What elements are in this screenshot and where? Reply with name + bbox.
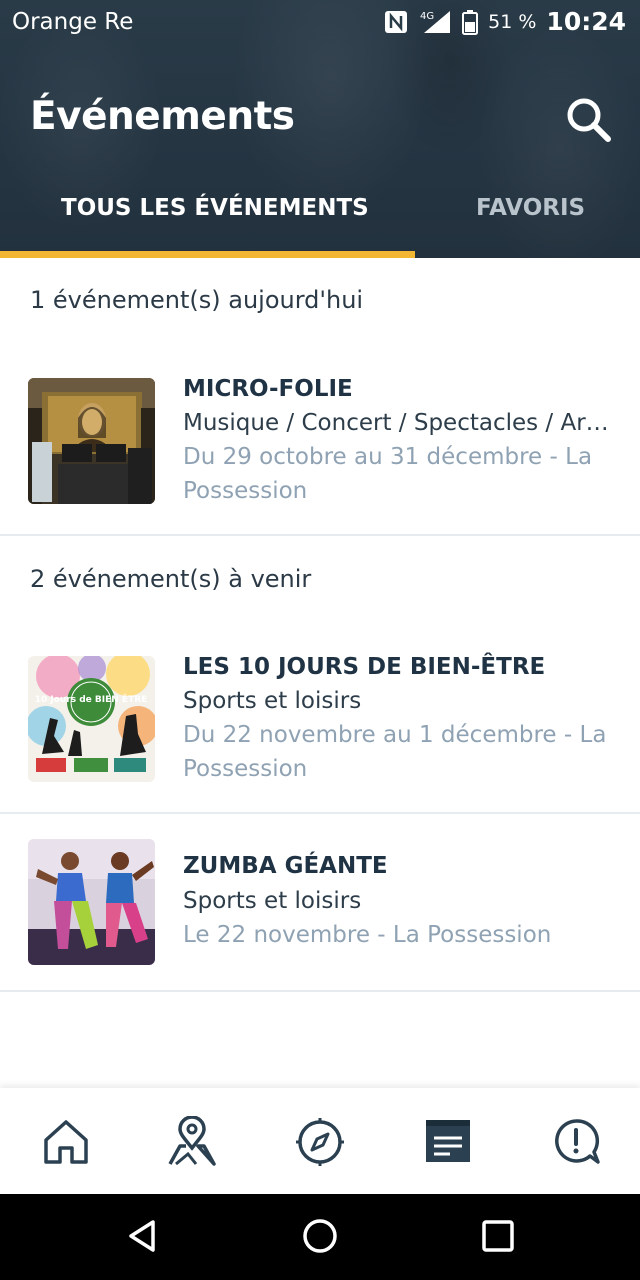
- event-thumbnail: [28, 839, 155, 965]
- event-date-location: Du 29 octobre au 31 décembre - La Posses…: [183, 444, 593, 504]
- nav-home[interactable]: [40, 1116, 92, 1168]
- search-icon: [567, 98, 611, 142]
- search-button[interactable]: [562, 94, 614, 146]
- event-title: LES 10 JOURS DE BIEN-ÊTRE: [183, 654, 546, 680]
- system-navigation-bar: [0, 1194, 640, 1280]
- event-item-micro-folie[interactable]: MICRO-FOLIE Musique / Concert / Spectacl…: [0, 350, 640, 536]
- home-system-button[interactable]: [298, 1214, 342, 1258]
- network-type-label: 4G: [420, 11, 434, 22]
- home-circle-icon: [303, 1219, 337, 1253]
- back-button[interactable]: [121, 1214, 165, 1258]
- nfc-icon: [385, 10, 408, 33]
- compass-icon: [296, 1118, 344, 1166]
- event-item-zumba[interactable]: ZUMBA GÉANTE Sports et loisirs Le 22 nov…: [0, 814, 640, 990]
- poster-text: 10 Jours de BIEN ÊTRE: [35, 693, 148, 705]
- tab-all-events[interactable]: TOUS LES ÉVÉNEMENTS: [61, 195, 369, 235]
- recents-square-icon: [482, 1220, 514, 1252]
- app-header: Orange Re 4G 51 % 10:24 Événements TOUS …: [0, 0, 640, 258]
- section-header-today: 1 événement(s) aujourd'hui: [30, 286, 364, 314]
- event-thumbnail: 10 Jours de BIEN ÊTRE: [28, 656, 155, 782]
- event-date-location: Du 22 novembre au 1 décembre - La Posses…: [183, 722, 607, 782]
- clock: 10:24: [546, 7, 626, 36]
- home-icon: [44, 1120, 88, 1164]
- event-category: Musique / Concert / Spectacles / Ar…: [183, 410, 609, 436]
- event-thumbnail: [28, 378, 155, 504]
- battery-percent: 51 %: [488, 10, 537, 33]
- nav-explore[interactable]: [294, 1116, 346, 1168]
- back-triangle-icon: [129, 1220, 155, 1252]
- section-header-upcoming: 2 événement(s) à venir: [30, 565, 312, 593]
- bien-etre-poster-image: 10 Jours de BIEN ÊTRE: [28, 656, 155, 782]
- nav-map[interactable]: [166, 1115, 218, 1168]
- active-tab-indicator: [0, 251, 415, 258]
- recents-button[interactable]: [476, 1214, 520, 1258]
- event-item-bien-etre[interactable]: 10 Jours de BIEN ÊTRE LES 10 JOURS DE BI…: [0, 628, 640, 814]
- calendar-icon: [426, 1120, 470, 1162]
- divider: [0, 990, 640, 992]
- signal-4g-icon: 4G: [420, 10, 451, 33]
- zumba-photo: [28, 839, 155, 965]
- battery-icon: [462, 9, 479, 35]
- micro-folie-image: [28, 378, 155, 504]
- event-date-location: Le 22 novembre - La Possession: [183, 922, 552, 948]
- tab-favorites[interactable]: FAVORIS: [476, 195, 585, 235]
- event-title: MICRO-FOLIE: [183, 376, 353, 402]
- carrier-name: Orange Re: [12, 9, 134, 35]
- page-title: Événements: [30, 94, 295, 139]
- map-pin-icon: [168, 1115, 216, 1166]
- event-title: ZUMBA GÉANTE: [183, 853, 388, 879]
- nav-events[interactable]: [422, 1116, 474, 1168]
- bottom-navigation: [0, 1088, 640, 1194]
- event-category: Sports et loisirs: [183, 888, 362, 914]
- divider: [0, 534, 640, 536]
- help-chat-icon: [555, 1119, 600, 1164]
- nav-help[interactable]: [550, 1116, 602, 1168]
- status-indicators: 4G 51 % 10:24: [384, 7, 626, 36]
- event-category: Sports et loisirs: [183, 688, 362, 714]
- status-bar: Orange Re 4G 51 % 10:24: [0, 0, 640, 46]
